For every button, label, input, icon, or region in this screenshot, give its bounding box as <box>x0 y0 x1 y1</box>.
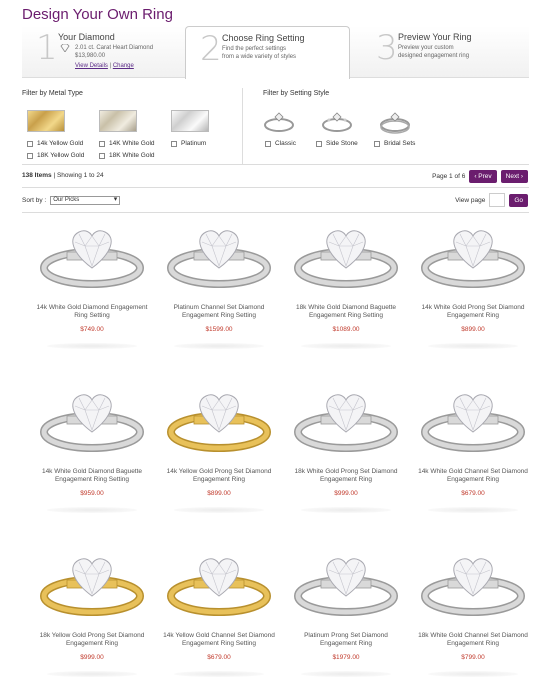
sort-control: Sort by : Our Picks <box>22 196 121 205</box>
step-number: 3 <box>376 28 398 68</box>
ring-image[interactable] <box>291 550 401 622</box>
product-price: $749.00 <box>80 326 104 333</box>
page-number-input[interactable] <box>489 193 506 207</box>
step-title: Choose Ring Setting <box>222 33 305 43</box>
product-card[interactable]: 14k Yellow Gold Channel Set Diamond Enga… <box>159 550 279 677</box>
product-price: $679.00 <box>461 490 485 497</box>
checkbox-bridal-sets[interactable]: Bridal Sets <box>374 140 415 147</box>
prev-button[interactable]: ‹ Prev <box>469 170 497 183</box>
ring-image[interactable] <box>418 222 528 294</box>
product-card[interactable]: Platinum Channel Set Diamond Engagement … <box>159 222 279 349</box>
ring-image[interactable] <box>164 386 274 458</box>
product-name[interactable]: 14k White Gold Channel Set Diamond Engag… <box>413 468 533 484</box>
checkbox-classic[interactable]: Classic <box>265 140 296 147</box>
checkbox-14k-yellow-gold[interactable]: 14k Yellow Gold <box>27 140 83 147</box>
product-name[interactable]: 14k White Gold Prong Set Diamond Engagem… <box>413 304 533 320</box>
ring-image[interactable] <box>164 222 274 294</box>
diamond-description: 2.01 ct. Carat Heart Diamond <box>75 45 154 51</box>
checkbox-side-stone[interactable]: Side Stone <box>316 140 358 147</box>
product-name[interactable]: 14k Yellow Gold Channel Set Diamond Enga… <box>159 632 279 648</box>
side-stone-ring-icon[interactable] <box>320 108 354 134</box>
product-price: $679.00 <box>207 654 231 661</box>
white-gold-swatch[interactable] <box>99 110 137 132</box>
product-card[interactable]: 18k White Gold Diamond Baguette Engageme… <box>286 222 406 349</box>
product-name[interactable]: Platinum Prong Set Diamond Engagement Ri… <box>286 632 406 648</box>
go-button[interactable]: Go <box>509 193 528 207</box>
product-price: $999.00 <box>80 654 104 661</box>
step-number: 2 <box>200 29 222 69</box>
product-price: $999.00 <box>334 490 358 497</box>
product-name[interactable]: 18k White Gold Diamond Baguette Engageme… <box>286 304 406 320</box>
step-number: 1 <box>36 28 58 68</box>
step-title: Preview Your Ring <box>398 32 472 42</box>
step-your-diamond[interactable]: 1 Your Diamond 2.01 ct. Carat Heart Diam… <box>22 26 185 78</box>
checkbox-14k-white-gold[interactable]: 14K White Gold <box>99 140 155 147</box>
ring-image[interactable] <box>418 386 528 458</box>
product-name[interactable]: Platinum Channel Set Diamond Engagement … <box>159 304 279 320</box>
product-name[interactable]: 14k White Gold Diamond Engagement Ring S… <box>32 304 152 320</box>
results-count: 138 Items | Showing 1 to 24 <box>22 172 104 179</box>
product-card[interactable]: 18k White Gold Prong Set Diamond Engagem… <box>286 386 406 513</box>
product-name[interactable]: 18k White Gold Prong Set Diamond Engagem… <box>286 468 406 484</box>
next-button[interactable]: Next › <box>500 170 528 183</box>
product-card[interactable]: 14k White Gold Diamond Engagement Ring S… <box>32 222 152 349</box>
sort-label: Sort by : <box>22 197 47 204</box>
product-card[interactable]: 14k White Gold Diamond Baguette Engageme… <box>32 386 152 513</box>
sort-select[interactable]: Our Picks <box>50 196 121 205</box>
product-price: $799.00 <box>461 654 485 661</box>
product-card[interactable]: 14k Yellow Gold Prong Set Diamond Engage… <box>159 386 279 513</box>
ring-image[interactable] <box>37 550 147 622</box>
ring-image[interactable] <box>37 386 147 458</box>
diamond-price: $13,980.00 <box>75 53 106 59</box>
view-page-control: View page Go <box>455 193 528 207</box>
product-price: $1089.00 <box>332 326 360 333</box>
ring-image[interactable] <box>37 222 147 294</box>
product-name[interactable]: 14k White Gold Diamond Baguette Engageme… <box>32 468 152 484</box>
step-choose-setting[interactable]: 2 Choose Ring Setting Find the perfect s… <box>185 26 350 79</box>
product-price: $1979.00 <box>332 654 360 661</box>
product-price: $959.00 <box>80 490 104 497</box>
ring-image[interactable] <box>291 222 401 294</box>
checkbox-18k-white-gold[interactable]: 18K White Gold <box>99 152 155 159</box>
style-filter-heading: Filter by Setting Style <box>263 90 330 97</box>
ring-image[interactable] <box>164 550 274 622</box>
ring-image[interactable] <box>291 386 401 458</box>
page-title: Design Your Own Ring <box>22 6 173 23</box>
step-title: Your Diamond <box>58 32 115 42</box>
product-name[interactable]: 18k Yellow Gold Prong Set Diamond Engage… <box>32 632 152 648</box>
step-progress: 1 Your Diamond 2.01 ct. Carat Heart Diam… <box>22 26 529 79</box>
product-price: $899.00 <box>461 326 485 333</box>
product-price: $1599.00 <box>205 326 233 333</box>
product-card[interactable]: 14k White Gold Prong Set Diamond Engagem… <box>413 222 533 349</box>
ring-image[interactable] <box>418 550 528 622</box>
view-details-link[interactable]: View Details <box>75 63 108 69</box>
product-price: $899.00 <box>207 490 231 497</box>
diamond-icon <box>60 44 70 52</box>
pagination: Page 1 of 6 ‹ Prev Next › <box>432 170 528 183</box>
product-card[interactable]: Platinum Prong Set Diamond Engagement Ri… <box>286 550 406 677</box>
bridal-set-ring-icon[interactable] <box>378 108 412 134</box>
product-card[interactable]: 18k White Gold Channel Set Diamond Engag… <box>413 550 533 677</box>
classic-ring-icon[interactable] <box>262 108 296 134</box>
checkbox-platinum[interactable]: Platinum <box>171 140 206 147</box>
metal-filter-heading: Filter by Metal Type <box>22 90 83 97</box>
product-card[interactable]: 18k Yellow Gold Prong Set Diamond Engage… <box>32 550 152 677</box>
page-indicator: Page 1 of 6 <box>432 173 466 180</box>
yellow-gold-swatch[interactable] <box>27 110 65 132</box>
view-page-label: View page <box>455 196 486 204</box>
product-card[interactable]: 14k White Gold Channel Set Diamond Engag… <box>413 386 533 513</box>
product-name[interactable]: 18k White Gold Channel Set Diamond Engag… <box>413 632 533 648</box>
change-link[interactable]: Change <box>113 63 134 69</box>
product-name[interactable]: 14k Yellow Gold Prong Set Diamond Engage… <box>159 468 279 484</box>
platinum-swatch[interactable] <box>171 110 209 132</box>
checkbox-18k-yellow-gold[interactable]: 18K Yellow Gold <box>27 152 84 159</box>
step-preview-ring[interactable]: 3 Preview Your Ring Preview your custom … <box>362 26 527 78</box>
